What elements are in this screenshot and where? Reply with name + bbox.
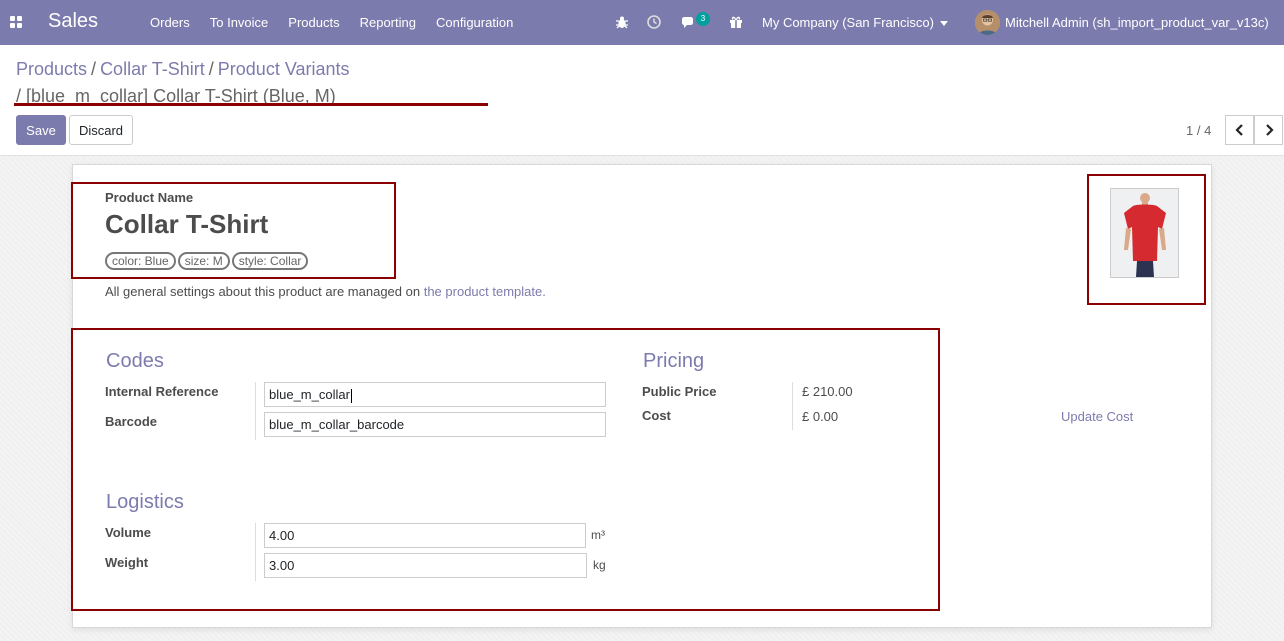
pager-next-button[interactable]	[1254, 115, 1283, 145]
chevron-right-icon	[1265, 124, 1274, 136]
menu-reporting[interactable]: Reporting	[360, 15, 416, 30]
gift-icon[interactable]	[728, 14, 744, 30]
breadcrumb: Products / Collar T-Shirt / Product Variants	[16, 59, 350, 80]
weight-label: Weight	[105, 555, 149, 570]
note-text: All general settings about this product …	[105, 284, 421, 299]
avatar[interactable]	[975, 10, 1000, 35]
pager-counter: 1 / 4	[1186, 123, 1212, 138]
volume-unit: m³	[591, 528, 605, 542]
menu-to-invoice[interactable]: To Invoice	[210, 15, 269, 30]
product-image[interactable]	[1110, 188, 1179, 278]
clock-icon[interactable]	[646, 14, 662, 30]
update-cost-button[interactable]: Update Cost	[1061, 409, 1133, 424]
label-divider	[255, 382, 256, 440]
attribute-tags: color: Blue size: M style: Collar	[105, 252, 310, 270]
internal-reference-label: Internal Reference	[105, 384, 219, 399]
template-note: All general settings about this product …	[105, 284, 546, 299]
cost-label: Cost	[642, 408, 671, 423]
weight-input[interactable]: 3.00	[264, 553, 587, 578]
volume-label: Volume	[105, 525, 151, 540]
public-price-label: Public Price	[642, 384, 717, 399]
pager-previous-button[interactable]	[1225, 115, 1254, 145]
barcode-label: Barcode	[105, 414, 158, 429]
menu-orders[interactable]: Orders	[150, 15, 190, 30]
group-title-logistics: Logistics	[106, 491, 184, 513]
label-divider	[792, 382, 793, 430]
chat-badge: 3	[696, 12, 710, 26]
product-template-link[interactable]: the product template.	[424, 284, 546, 299]
highlight-underline	[14, 103, 488, 106]
company-switcher[interactable]: My Company (San Francisco)	[762, 15, 948, 30]
company-name: My Company (San Francisco)	[762, 15, 934, 30]
apps-grid-icon[interactable]	[10, 16, 22, 28]
internal-reference-input[interactable]: blue_m_collar	[264, 382, 606, 407]
attribute-tag: size: M	[177, 252, 230, 270]
tshirt-image	[1111, 189, 1178, 277]
attribute-tag: color: Blue	[105, 252, 176, 270]
chevron-left-icon	[1234, 124, 1243, 136]
breadcrumb-products[interactable]: Products	[16, 59, 87, 79]
discard-button[interactable]: Discard	[69, 115, 133, 145]
volume-input[interactable]: 4.00	[264, 523, 586, 548]
top-navbar: Sales Orders To Invoice Products Reporti…	[0, 0, 1284, 45]
chat-icon[interactable]	[680, 15, 696, 31]
text-cursor	[350, 388, 352, 403]
label-divider	[255, 523, 256, 581]
breadcrumb-template[interactable]: Collar T-Shirt	[100, 59, 205, 79]
breadcrumb-variants[interactable]: Product Variants	[218, 59, 350, 79]
menu-products[interactable]: Products	[288, 15, 339, 30]
breadcrumb-separator: /	[208, 59, 214, 79]
product-name-label: Product Name	[105, 190, 194, 205]
menu-configuration[interactable]: Configuration	[436, 15, 513, 30]
product-name[interactable]: Collar T-Shirt	[105, 209, 268, 240]
group-title-codes: Codes	[106, 350, 164, 372]
breadcrumb-separator: /	[91, 59, 97, 79]
chevron-down-icon	[939, 21, 948, 27]
cost-value: £ 0.00	[802, 409, 839, 424]
control-panel: Products / Collar T-Shirt / Product Variants…	[0, 45, 1284, 156]
barcode-input[interactable]: blue_m_collar_barcode	[264, 412, 606, 437]
weight-unit: kg	[593, 558, 606, 572]
internal-reference-value: blue_m_collar	[269, 387, 350, 402]
save-button[interactable]: Save	[16, 115, 66, 145]
attribute-tag: style: Collar	[231, 252, 309, 270]
public-price-value: £ 210.00	[802, 384, 853, 399]
group-title-pricing: Pricing	[643, 350, 705, 372]
main-menu: Orders To Invoice Products Reporting Con…	[150, 15, 533, 30]
app-name[interactable]: Sales	[48, 10, 98, 33]
user-menu[interactable]: Mitchell Admin (sh_import_product_var_v1…	[1005, 15, 1269, 30]
bug-icon[interactable]	[614, 14, 630, 30]
